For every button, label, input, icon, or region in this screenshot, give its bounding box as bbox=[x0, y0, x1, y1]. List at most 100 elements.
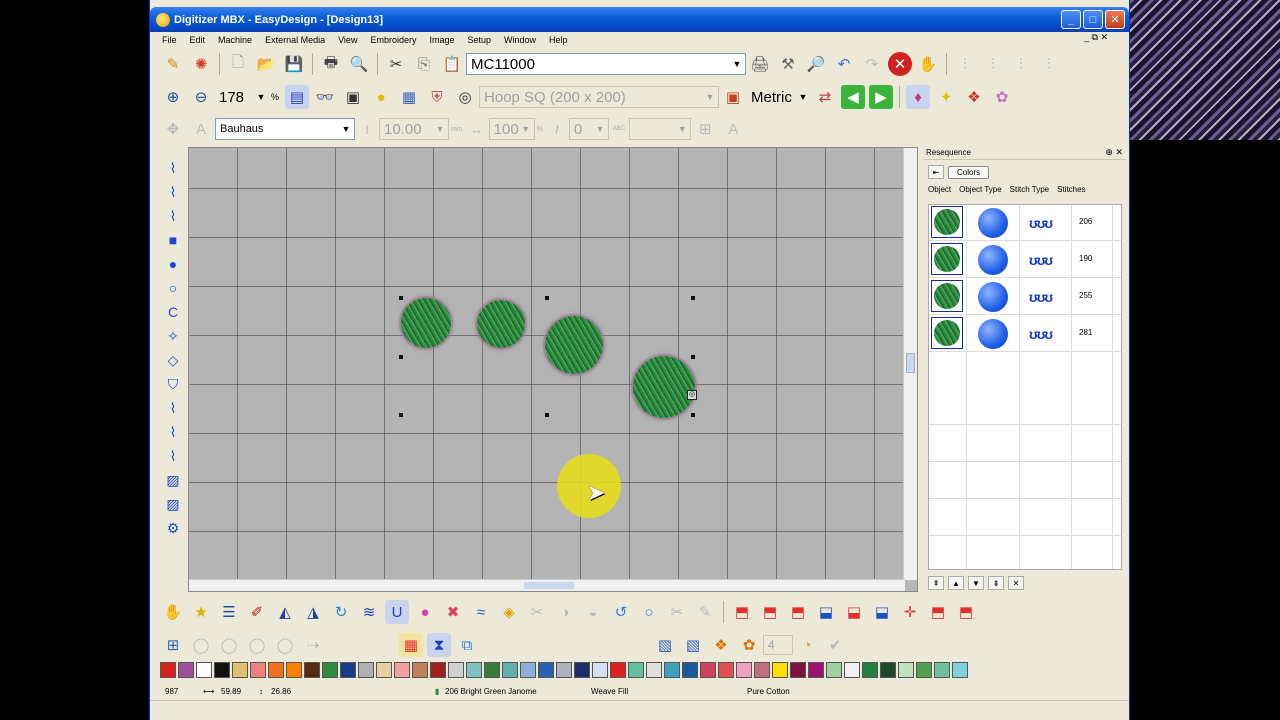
monogram-icon[interactable]: ⚙ bbox=[160, 517, 186, 539]
paste-icon[interactable]: 📋 bbox=[440, 52, 464, 76]
background-image-icon[interactable]: ▣ bbox=[341, 85, 365, 109]
diamond-icon[interactable]: ◇ bbox=[160, 349, 186, 371]
menu-image[interactable]: Image bbox=[429, 35, 454, 45]
selection-handle[interactable] bbox=[691, 296, 695, 300]
gradient-icon[interactable]: ● bbox=[413, 600, 437, 624]
applique-icon[interactable]: ⌇ bbox=[160, 397, 186, 419]
color-sort-icon[interactable]: ♦ bbox=[906, 85, 931, 109]
reshape-icon[interactable]: ↺ bbox=[609, 600, 633, 624]
pencil-icon[interactable]: ✎ bbox=[161, 52, 185, 76]
text-style-select[interactable]: ▼ bbox=[629, 118, 692, 140]
selection-handle[interactable] bbox=[545, 296, 549, 300]
color-sequence-icon[interactable]: ▦ bbox=[399, 633, 423, 657]
panel-controls[interactable]: ⊕ ✕ bbox=[1105, 147, 1123, 158]
color-swatch[interactable] bbox=[790, 662, 806, 678]
color-swatch[interactable] bbox=[250, 662, 266, 678]
selection-handle[interactable] bbox=[691, 413, 695, 417]
stitch-view-icon[interactable]: ▤ bbox=[285, 85, 310, 109]
collapse-icon[interactable]: ⇤ bbox=[928, 165, 944, 179]
grid-icon[interactable]: ▦ bbox=[397, 85, 421, 109]
pie-icon[interactable]: ◔ bbox=[795, 633, 819, 657]
align-bottom-icon[interactable]: ⬒ bbox=[786, 600, 810, 624]
motif-fill-icon[interactable]: ▧ bbox=[681, 633, 705, 657]
circle-fill-icon[interactable]: ● bbox=[160, 253, 186, 275]
check-icon[interactable]: ✔ bbox=[823, 633, 847, 657]
color-swatch[interactable] bbox=[178, 662, 194, 678]
copy-icon[interactable]: ⎘ bbox=[412, 52, 436, 76]
color-swatch[interactable] bbox=[358, 662, 374, 678]
next-icon[interactable]: ▶ bbox=[869, 85, 894, 109]
color-swatch[interactable] bbox=[340, 662, 356, 678]
shield-icon[interactable]: ⛨ bbox=[425, 85, 449, 109]
trim-icon[interactable]: ◯ bbox=[273, 633, 297, 657]
pen-icon[interactable]: ✎ bbox=[693, 600, 717, 624]
stitch-object[interactable] bbox=[545, 316, 603, 374]
menu-file[interactable]: File bbox=[162, 35, 177, 45]
hand-icon[interactable]: ✋ bbox=[161, 600, 185, 624]
cross-stitch-icon[interactable]: ▨ bbox=[160, 493, 186, 515]
distribute-icon[interactable]: ⫶ bbox=[1037, 52, 1061, 76]
color-swatch[interactable] bbox=[610, 662, 626, 678]
color-swatch[interactable] bbox=[466, 662, 482, 678]
color-swatch[interactable] bbox=[592, 662, 608, 678]
selection-handle[interactable] bbox=[691, 355, 695, 359]
color-swatch[interactable] bbox=[826, 662, 842, 678]
color-swatch[interactable] bbox=[214, 662, 230, 678]
menu-machine[interactable]: Machine bbox=[218, 35, 252, 45]
menu-help[interactable]: Help bbox=[549, 35, 568, 45]
color-swatch[interactable] bbox=[304, 662, 320, 678]
flower-icon[interactable]: ✿ bbox=[737, 633, 761, 657]
hoop-select[interactable]: Hoop SQ (200 x 200) ▼ bbox=[479, 86, 720, 108]
fill-stitch-icon[interactable]: ⌇ bbox=[160, 205, 186, 227]
close-icon[interactable]: ✕ bbox=[1008, 576, 1024, 590]
color-swatch[interactable] bbox=[394, 662, 410, 678]
color-swatch[interactable] bbox=[952, 662, 968, 678]
color-swatch[interactable] bbox=[916, 662, 932, 678]
decorative-icon[interactable]: ❖ bbox=[709, 633, 733, 657]
move-down-icon[interactable]: ▼ bbox=[968, 576, 984, 590]
font-select[interactable]: Bauhaus ▼ bbox=[215, 118, 355, 140]
stitch-object[interactable] bbox=[401, 298, 451, 348]
color-swatch[interactable] bbox=[736, 662, 752, 678]
selection-handle[interactable] bbox=[399, 355, 403, 359]
arc-icon[interactable]: C bbox=[160, 301, 186, 323]
previous-icon[interactable]: ◀ bbox=[841, 85, 866, 109]
running-stitch-icon[interactable]: ⌇ bbox=[160, 157, 186, 179]
save-icon[interactable]: 💾 bbox=[282, 52, 306, 76]
properties-icon[interactable]: ☰ bbox=[217, 600, 241, 624]
menu-embroidery[interactable]: Embroidery bbox=[370, 35, 416, 45]
circle-outline-icon[interactable]: ○ bbox=[160, 277, 186, 299]
thread-icon[interactable]: ⧗ bbox=[427, 633, 451, 657]
color-swatch[interactable] bbox=[322, 662, 338, 678]
color-swatch[interactable] bbox=[628, 662, 644, 678]
color-swatch[interactable] bbox=[862, 662, 878, 678]
pattern-fill-icon[interactable]: ▧ bbox=[653, 633, 677, 657]
selection-handle[interactable] bbox=[545, 413, 549, 417]
fill-pattern-icon[interactable]: ◈ bbox=[497, 600, 521, 624]
undo-icon[interactable]: ↶ bbox=[832, 52, 856, 76]
colors-button[interactable]: Colors bbox=[948, 165, 990, 179]
color-swatch[interactable] bbox=[934, 662, 950, 678]
color-swatch[interactable] bbox=[754, 662, 770, 678]
color-swatch[interactable] bbox=[538, 662, 554, 678]
color-swatch[interactable] bbox=[232, 662, 248, 678]
color-swatch[interactable] bbox=[718, 662, 734, 678]
select-star-icon[interactable]: ★ bbox=[189, 600, 213, 624]
color-swatch[interactable] bbox=[682, 662, 698, 678]
space-evenly-icon[interactable]: ⬒ bbox=[954, 600, 978, 624]
title-bar[interactable]: Digitizer MBX - EasyDesign - [Design13] … bbox=[150, 7, 1129, 32]
print-preview-icon[interactable]: 🔍 bbox=[347, 52, 371, 76]
distribute-icon[interactable]: ⬒ bbox=[926, 600, 950, 624]
color-swatch[interactable] bbox=[376, 662, 392, 678]
align-left-icon[interactable]: ⬓ bbox=[814, 600, 838, 624]
color-swatch[interactable] bbox=[484, 662, 500, 678]
align-top-icon[interactable]: ⬒ bbox=[730, 600, 754, 624]
color-swatch[interactable] bbox=[286, 662, 302, 678]
glasses-icon[interactable]: 👓 bbox=[313, 85, 337, 109]
selection-handle[interactable] bbox=[399, 413, 403, 417]
menu-external-media[interactable]: External Media bbox=[265, 35, 325, 45]
list-item[interactable]: ʊʊʊ 255 bbox=[929, 279, 1121, 315]
list-item[interactable]: ʊʊʊ 281 bbox=[929, 316, 1121, 352]
star-icon[interactable]: ✧ bbox=[160, 325, 186, 347]
menu-window[interactable]: Window bbox=[504, 35, 536, 45]
